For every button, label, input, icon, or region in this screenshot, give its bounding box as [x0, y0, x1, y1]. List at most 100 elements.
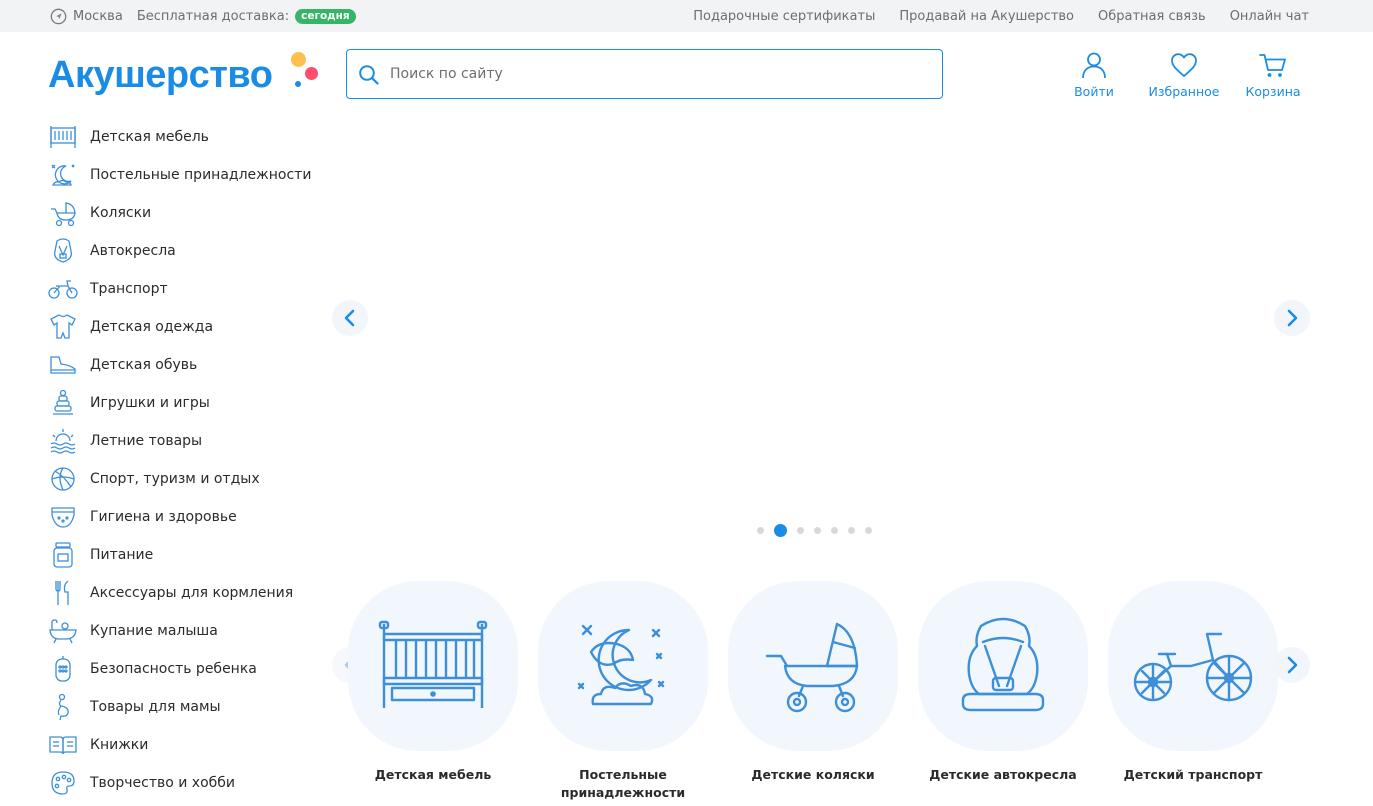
location-arrow-icon[interactable] [50, 8, 67, 25]
sidebar-item-feeding[interactable]: Аксессуары для кормления [48, 574, 338, 612]
sidebar-item-label: Гигиена и здоровье [90, 509, 237, 525]
sidebar-item-mom[interactable]: Товары для мамы [48, 688, 338, 726]
bicycle-icon [48, 274, 78, 304]
sidebar-item-label: Спорт, туризм и отдых [90, 471, 260, 487]
sidebar-item-books[interactable]: Книжки [48, 726, 338, 764]
login-button[interactable]: Войти [1054, 50, 1134, 99]
category-tile-label: Детские коляски [751, 767, 875, 782]
bicycle-icon [1108, 581, 1278, 751]
slider-prev-button[interactable] [332, 300, 368, 336]
sidebar-item-car-seats[interactable]: Автокресла [48, 232, 338, 270]
palette-icon [48, 768, 78, 798]
logo-dot-blue [295, 81, 301, 87]
sidebar-item-label: Игрушки и игры [90, 395, 210, 411]
slider-next-button[interactable] [1274, 300, 1310, 336]
bathtub-icon [48, 616, 78, 646]
category-tile-car-seats[interactable]: Детские автокресла [918, 581, 1088, 784]
heart-icon [1171, 53, 1197, 77]
category-tile-furniture[interactable]: Детская мебель [348, 581, 518, 784]
user-icon [1082, 52, 1106, 79]
sidebar-item-label: Купание малыша [90, 623, 218, 639]
categories-next-button[interactable] [1274, 647, 1310, 683]
sidebar-item-label: Аксессуары для кормления [90, 585, 294, 601]
search-icon[interactable] [358, 64, 380, 86]
slider-dot[interactable] [865, 527, 872, 534]
feedback-link[interactable]: Обратная связь [1098, 9, 1206, 24]
category-tile-label: Постельные принадлежности [560, 767, 686, 800]
category-tile-label: Детская мебель [374, 767, 492, 782]
cart-button[interactable]: Корзина [1233, 50, 1313, 99]
sidebar-item-label: Безопасность ребенка [90, 661, 257, 677]
car-seat-icon [918, 581, 1088, 751]
slider-dot[interactable] [814, 527, 821, 534]
search-input[interactable] [390, 62, 910, 86]
diaper-icon [48, 502, 78, 532]
sidebar-item-label: Автокресла [90, 243, 176, 259]
cart-icon [1259, 54, 1286, 77]
slider-dot[interactable] [831, 527, 838, 534]
delivery-label: Бесплатная доставка: [136, 8, 290, 24]
slider-dot[interactable] [848, 527, 855, 534]
bedding-icon [48, 160, 78, 190]
cart-label: Корзина [1245, 84, 1301, 99]
stroller-icon [728, 581, 898, 751]
sidebar-item-summer[interactable]: Летние товары [48, 422, 338, 460]
online-chat-link[interactable]: Онлайн чат [1230, 9, 1309, 24]
slider-dot[interactable] [797, 527, 804, 534]
logo-dot-red [305, 67, 318, 80]
sidebar-item-bedding[interactable]: Постельные принадлежности [48, 156, 338, 194]
logo-text: Акушерство [48, 54, 273, 96]
sidebar-item-label: Постельные принадлежности [90, 167, 312, 183]
gift-certificates-link[interactable]: Подарочные сертификаты [693, 9, 875, 24]
category-tile-strollers[interactable]: Детские коляски [728, 581, 898, 784]
sidebar-item-hygiene[interactable]: Гигиена и здоровье [48, 498, 338, 536]
favorites-button[interactable]: Избранное [1144, 50, 1224, 99]
sidebar-item-strollers[interactable]: Коляски [48, 194, 338, 232]
delivery-badge: сегодня [295, 8, 356, 24]
sidebar-item-transport[interactable]: Транспорт [48, 270, 338, 308]
slider-dot[interactable] [757, 527, 764, 534]
logo-dot-yellow [291, 52, 306, 67]
sidebar-item-hobby[interactable]: Творчество и хобби [48, 764, 338, 802]
login-label: Войти [1074, 84, 1114, 99]
sidebar-item-label: Книжки [90, 737, 149, 753]
sidebar-item-label: Творчество и хобби [90, 775, 236, 791]
crib-icon [348, 581, 518, 751]
sidebar-item-furniture[interactable]: Детская мебель [48, 118, 338, 156]
category-tile-transport[interactable]: Детский транспорт [1108, 581, 1278, 784]
sidebar-item-label: Коляски [90, 205, 152, 221]
sidebar-item-label: Летние товары [90, 433, 203, 449]
shoe-icon [48, 350, 78, 380]
cutlery-icon [48, 578, 78, 608]
sidebar-item-clothing[interactable]: Детская одежда [48, 308, 338, 346]
sidebar-item-safety[interactable]: Безопасность ребенка [48, 650, 338, 688]
sidebar-item-shoes[interactable]: Детская обувь [48, 346, 338, 384]
logo[interactable]: Акушерство [48, 52, 328, 98]
sidebar-item-label: Питание [90, 547, 154, 563]
favorites-label: Избранное [1148, 84, 1220, 99]
category-tile-label: Детские автокресла [929, 767, 1077, 782]
search-box [346, 49, 943, 99]
sidebar-item-food[interactable]: Питание [48, 536, 338, 574]
sidebar-item-label: Транспорт [90, 281, 168, 297]
bedding-icon [538, 581, 708, 751]
stroller-icon [48, 198, 78, 228]
category-sidebar: Детская мебель Постельные принадлежности… [48, 118, 338, 802]
sidebar-item-toys[interactable]: Игрушки и игры [48, 384, 338, 422]
city-selector[interactable]: Москва [73, 9, 123, 24]
baby-monitor-icon [48, 654, 78, 684]
sidebar-item-label: Товары для мамы [90, 699, 221, 715]
chevron-left-icon [344, 309, 355, 327]
sun-waves-icon [48, 426, 78, 456]
car-seat-icon [48, 236, 78, 266]
sidebar-item-bathing[interactable]: Купание малыша [48, 612, 338, 650]
slider-dot-active[interactable] [774, 524, 787, 537]
chevron-right-icon [1287, 309, 1298, 327]
pyramid-toy-icon [48, 388, 78, 418]
top-links: Подарочные сертификаты Продавай на Акуше… [669, 0, 1309, 32]
sell-link[interactable]: Продавай на Акушерство [899, 9, 1074, 24]
book-icon [48, 730, 78, 760]
baby-food-jar-icon [48, 540, 78, 570]
category-tile-bedding[interactable]: Постельные принадлежности [538, 581, 708, 802]
sidebar-item-sport[interactable]: Спорт, туризм и отдых [48, 460, 338, 498]
